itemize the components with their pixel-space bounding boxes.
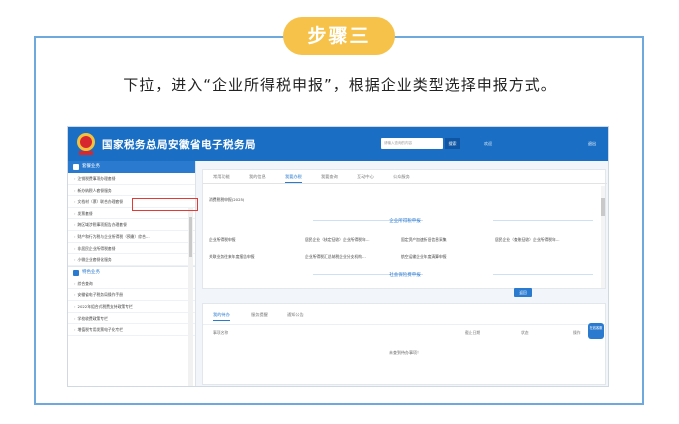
menu-item[interactable]: 消费税税申报(2025) [209, 197, 244, 203]
portal-screenshot: 国家税务总局安徽省电子税务局 请输入查询的内容 搜索 欢迎 退出 套餐业务 注销… [67, 126, 609, 387]
main-panel: 常用功能 我的信息 我要办税 我要查询 互动中心 公众服务 消费税税申报(202… [202, 169, 607, 289]
tab-interaction[interactable]: 互动中心 [357, 174, 374, 180]
menu-item[interactable]: 航空运输企业年度清算申报 [401, 254, 447, 260]
sidebar-item[interactable]: 非居民企业所得税套餐 [68, 243, 195, 255]
menu-item-corporate-income-tax[interactable]: 企业所得税申报 [209, 237, 236, 243]
sidebar-item[interactable]: 2022年组合式税费支持政策专栏 [68, 301, 195, 313]
portal-header: 国家税务总局安徽省电子税务局 请输入查询的内容 搜索 欢迎 退出 [68, 127, 608, 161]
sidebar-item[interactable]: 跨区域涉税事项报告办理套餐 [68, 219, 195, 231]
sidebar-item[interactable]: 注销税费事项办理套餐 [68, 173, 195, 185]
sidebar-scrollbar[interactable] [188, 207, 193, 386]
search-input[interactable]: 请输入查询的内容 [381, 138, 443, 149]
instruction-text: 下拉，进入“企业所得税申报”，根据企业类型选择申报方式。 [123, 76, 557, 94]
sidebar-item[interactable]: 综合查询 [68, 278, 195, 290]
sidebar-item[interactable]: 财产和行为税与企业所得税（预缴）综合… [68, 231, 195, 243]
menu-item[interactable]: 关联业务往来年度报告申报 [209, 254, 255, 260]
empty-message: 未查到待办事项！ [389, 350, 421, 355]
tab-common[interactable]: 常用功能 [213, 174, 230, 180]
online-service-button[interactable]: 在线客服 [588, 323, 604, 339]
scroll-thumb[interactable] [601, 198, 605, 216]
tab-service-reminder[interactable]: 服务提醒 [251, 312, 268, 318]
sidebar-group-title: 特色业务 [82, 269, 100, 275]
section-title-social-insurance: 社会保险费申报 [389, 273, 421, 278]
user-greeting: 欢迎 [484, 141, 492, 146]
sidebar-item[interactable]: 增值税专用发票电子化专栏 [68, 324, 195, 336]
menu-item[interactable]: 企业所得税汇总纳税企业分支机构… [305, 254, 366, 260]
sidebar-item[interactable]: 小微企业套餐化服务 [68, 254, 195, 266]
special-icon [73, 269, 79, 276]
sidebar-item[interactable]: 学校收费政策专栏 [68, 313, 195, 325]
site-title: 国家税务总局安徽省电子税务局 [102, 139, 256, 151]
todo-panel: 我的待办 服务提醒 通知公告 事项名称 截止日期 状态 操作 未查到待办事项！ [202, 303, 607, 385]
main-tabs: 常用功能 我的信息 我要办税 我要查询 互动中心 公众服务 [203, 170, 607, 184]
column-header: 截止日期 [465, 330, 481, 335]
online-service-label: 在线客服 [589, 326, 603, 330]
sidebar-item[interactable]: 安徽省电子税务局操作手册 [68, 289, 195, 301]
menu-item[interactable]: 居民企业（查账征收）企业所得税年… [495, 237, 560, 243]
logout-link[interactable]: 退出 [588, 141, 596, 147]
menu-item[interactable]: 固定资产加速折旧信息采集 [401, 237, 447, 243]
column-header: 事项名称 [213, 330, 229, 335]
sidebar-group-packages[interactable]: 套餐业务 [68, 161, 195, 173]
search-button[interactable]: 搜索 [445, 138, 460, 149]
menu-item[interactable]: 居民企业（核定征收）企业所得税年… [305, 237, 370, 243]
sidebar: 套餐业务 注销税费事项办理套餐 新办纳税人套餐服务 文档材（票）联合办理套餐 发… [68, 161, 196, 386]
section-title-corporate-income-tax: 企业所得税申报 [389, 219, 421, 224]
step-label: 步骤三 [283, 17, 395, 55]
tab-tax-filing[interactable]: 我要办税 [285, 174, 302, 183]
tab-public-service[interactable]: 公众服务 [393, 174, 410, 180]
back-button[interactable]: 返回 [514, 288, 532, 297]
sidebar-item[interactable]: 新办纳税人套餐服务 [68, 185, 195, 197]
tab-query[interactable]: 我要查询 [321, 174, 338, 180]
package-icon [73, 164, 79, 170]
divider [203, 324, 607, 325]
scroll-thumb[interactable] [189, 217, 192, 257]
tab-my-todo[interactable]: 我的待办 [213, 312, 230, 321]
tab-notice[interactable]: 通知公告 [287, 312, 304, 318]
sidebar-group-title: 套餐业务 [82, 164, 100, 169]
column-header: 操作 [573, 330, 581, 335]
tax-emblem-icon [77, 133, 95, 155]
main-scrollbar[interactable] [601, 186, 605, 288]
sidebar-group-special[interactable]: 特色业务 [68, 265, 195, 278]
highlight-box [132, 198, 198, 211]
column-header: 状态 [521, 330, 529, 335]
tab-my-info[interactable]: 我的信息 [249, 174, 266, 180]
